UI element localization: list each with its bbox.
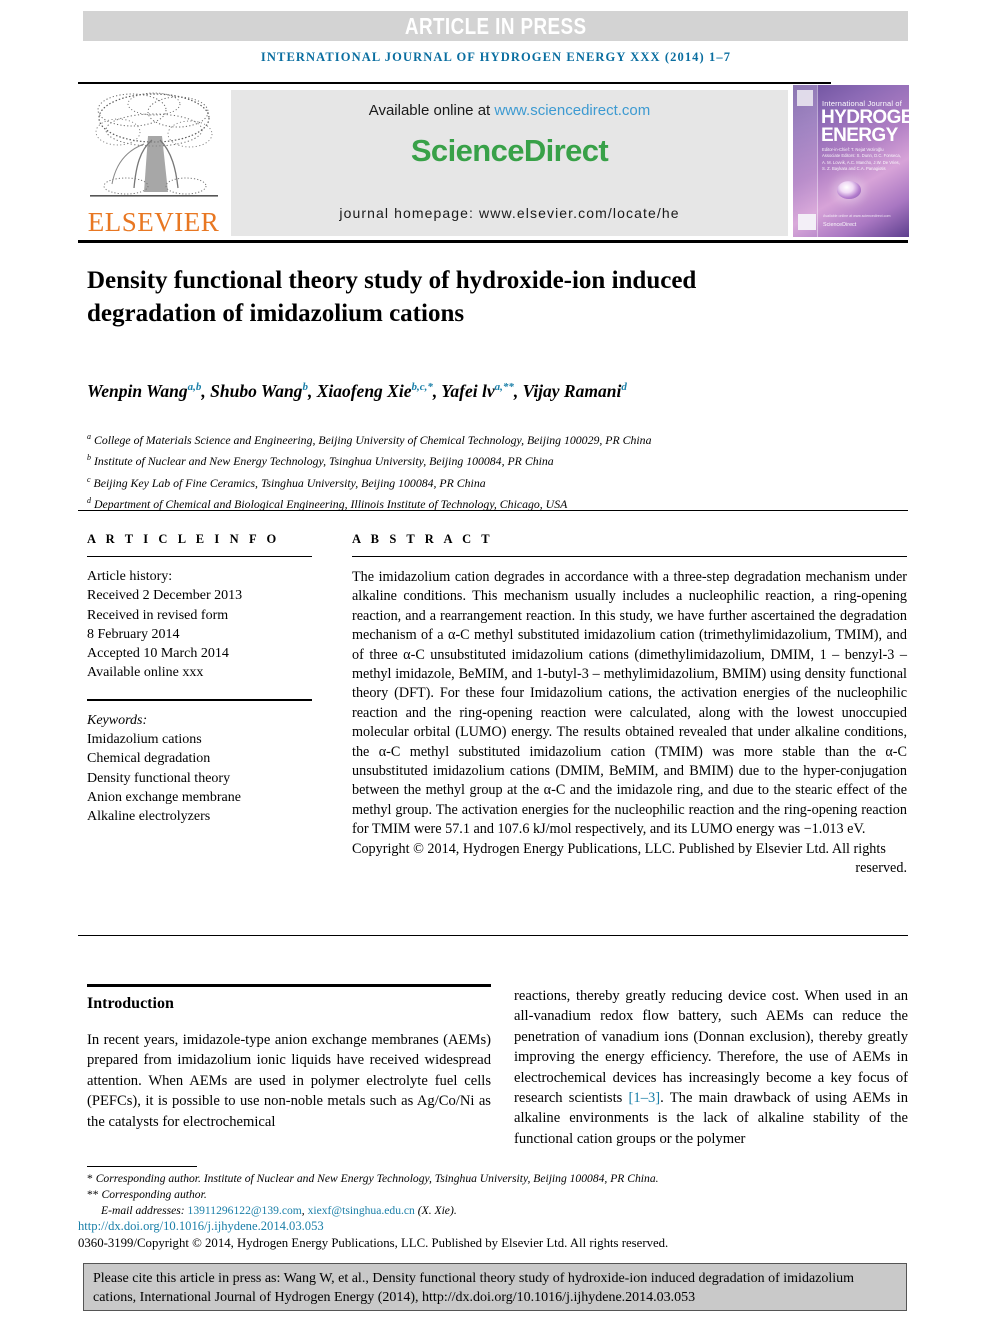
masthead-bottom-rule	[78, 240, 908, 243]
affiliation-item: c Beijing Key Lab of Fine Ceramics, Tsin…	[87, 471, 887, 492]
cover-editors-text: Editor-in-Chief: T. Nejat Veziroğlu Asso…	[822, 147, 901, 171]
history-item: 8 February 2014	[87, 626, 180, 642]
info-section-top-rule	[78, 510, 908, 511]
cover-ihe-logo	[798, 214, 816, 230]
cover-divider	[817, 85, 818, 237]
footnote-emails: E-mail addresses: 13911296122@139.com, x…	[101, 1203, 907, 1219]
footnote-block: * Corresponding author. Institute of Nuc…	[87, 1171, 907, 1219]
keyword-item: Density functional theory	[87, 770, 231, 786]
affiliation-text: Institute of Nuclear and New Energy Tech…	[93, 454, 554, 469]
footnote-marker: **	[87, 1188, 99, 1201]
abstract-copyright-tail: reserved.	[855, 860, 907, 877]
sciencedirect-wordmark: ScienceDirect	[410, 133, 609, 168]
available-online-prefix: Available online at	[368, 102, 495, 119]
keyword-item: Alkaline electrolyzers	[87, 809, 211, 825]
affiliation-text: College of Materials Science and Enginee…	[93, 432, 652, 447]
abstract-body: The imidazolium cation degrades in accor…	[352, 569, 907, 838]
issn-copyright-line: 0360-3199/Copyright © 2014, Hydrogen Ene…	[78, 1236, 669, 1250]
cover-orb-graphic	[837, 181, 861, 199]
history-item: Received 2 December 2013	[87, 588, 243, 604]
footnote-corresponding-1: * Corresponding author. Institute of Nuc…	[87, 1171, 907, 1187]
sciencedirect-url-link[interactable]: www.sciencedirect.com	[494, 102, 650, 119]
cover-elsevier-icon	[797, 90, 813, 106]
keywords-label: Keywords:	[87, 712, 148, 728]
keyword-item: Imidazolium cations	[87, 732, 202, 748]
cover-availability-tag: Available online at www.sciencedirect.co…	[823, 214, 891, 218]
article-in-press-banner: ARTICLE IN PRESS	[83, 11, 908, 41]
footnote-text: Corresponding author. Institute of Nucle…	[95, 1172, 659, 1185]
citation-reference-link[interactable]: [1–3]	[629, 1090, 661, 1106]
article-info-column: A R T I C L E I N F O Article history: R…	[87, 532, 312, 827]
article-history-block: Article history: Received 2 December 201…	[87, 567, 312, 683]
keyword-item: Chemical degradation	[87, 751, 211, 767]
doi-link[interactable]: http://dx.doi.org/10.1016/j.ijhydene.201…	[78, 1219, 324, 1234]
cite-this-article-text: Please cite this article in press as: Wa…	[93, 1271, 855, 1305]
abstract-heading-rule	[352, 556, 907, 557]
journal-running-head: INTERNATIONAL JOURNAL OF HYDROGEN ENERGY…	[260, 50, 732, 64]
keywords-divider-rule	[87, 698, 312, 701]
article-info-heading: A R T I C L E I N F O	[87, 532, 280, 546]
sciencedirect-banner: Available online at www.sciencedirect.co…	[231, 90, 788, 236]
body-right-text-part1: reactions, thereby greatly reducing devi…	[514, 988, 908, 1107]
affiliation-marker: c	[87, 474, 91, 484]
cover-sciencedirect-tag: ScienceDirect	[823, 222, 857, 228]
available-online-line: Available online at www.sciencedirect.co…	[231, 102, 788, 119]
abstract-copyright: Copyright © 2014, Hydrogen Energy Public…	[352, 840, 886, 857]
elsevier-logo: ELSEVIER	[82, 88, 225, 236]
section-heading-introduction: Introduction	[87, 995, 174, 1012]
article-info-heading-rule	[87, 556, 312, 557]
elsevier-wordmark: ELSEVIER	[87, 207, 220, 237]
footnote-corresponding-2: ** Corresponding author.	[87, 1187, 907, 1203]
article-in-press-label: ARTICLE IN PRESS	[404, 12, 587, 39]
affiliation-marker: a	[87, 432, 91, 441]
history-item: Available online xxx	[87, 665, 204, 681]
masthead-top-rule	[78, 82, 831, 84]
affiliation-marker: b	[87, 453, 91, 463]
affiliation-text: Beijing Key Lab of Fine Ceramics, Tsingh…	[93, 475, 486, 490]
history-item: Accepted 10 March 2014	[87, 646, 229, 662]
introduction-rule	[87, 984, 491, 987]
history-item: Received in revised form	[87, 607, 229, 623]
email-link-2[interactable]: xiexf@tsinghua.edu.cn	[308, 1204, 415, 1217]
affiliation-list: a College of Materials Science and Engin…	[87, 428, 887, 514]
email-link-1[interactable]: 13911296122@139.com	[188, 1204, 302, 1217]
keyword-item: Anion exchange membrane	[87, 789, 241, 805]
footnote-rule	[87, 1166, 197, 1167]
affiliation-marker: d	[87, 496, 91, 506]
footnote-text: Corresponding author.	[101, 1188, 207, 1201]
email-addresses-label: E-mail addresses:	[101, 1204, 185, 1217]
footnote-marker: *	[87, 1172, 93, 1185]
elsevier-tree-icon	[90, 92, 218, 197]
body-left-column: In recent years, imidazole-type anion ex…	[87, 1032, 491, 1130]
info-section-bottom-rule	[78, 935, 908, 936]
abstract-heading: A B S T R A C T	[352, 532, 494, 546]
affiliation-item: b Institute of Nuclear and New Energy Te…	[87, 449, 887, 470]
page-title: Density functional theory study of hydro…	[87, 267, 697, 327]
journal-cover-thumbnail: International Journal of HYDROGEN ENERGY…	[793, 85, 909, 237]
author-list: Wenpin Wanga,b, Shubo Wangb, Xiaofeng Xi…	[87, 380, 627, 401]
abstract-column: A B S T R A C T The imidazolium cation d…	[352, 532, 907, 879]
journal-homepage-line[interactable]: journal homepage: www.elsevier.com/locat…	[231, 205, 788, 221]
affiliation-item: a College of Materials Science and Engin…	[87, 428, 887, 449]
keywords-block: Keywords: Imidazolium cations Chemical d…	[87, 711, 312, 827]
body-right-column: reactions, thereby greatly reducing devi…	[514, 986, 908, 1149]
cover-line-energy: ENERGY	[821, 125, 898, 146]
email-attribution: (X. Xie).	[417, 1204, 457, 1217]
cite-this-article-box: Please cite this article in press as: Wa…	[83, 1263, 907, 1311]
article-history-label: Article history:	[87, 569, 173, 584]
